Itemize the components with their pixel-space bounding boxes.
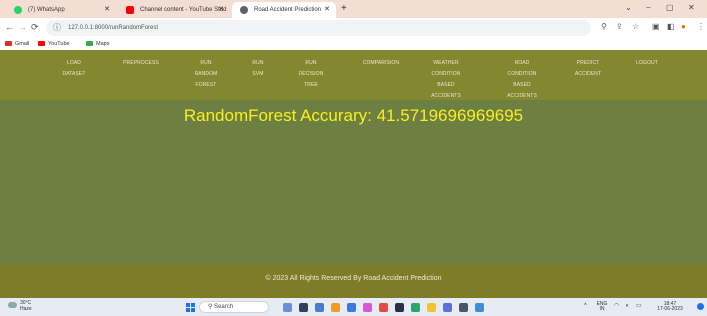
volume-icon[interactable]: ◖ [625, 303, 629, 309]
maximize-button[interactable]: ▢ [666, 3, 674, 12]
menu-label: CONDITION [431, 71, 461, 77]
close-icon[interactable]: ✕ [218, 2, 224, 18]
tab-search-icon[interactable]: ⌄ [625, 3, 632, 12]
bookmark-label: Maps [96, 41, 110, 47]
bookmark-maps[interactable]: Maps [86, 38, 109, 50]
menu-comparision[interactable]: COMPARISION [346, 58, 416, 69]
menu-label: ACCIDENTS [431, 93, 461, 99]
bookmark-youtube[interactable]: YouTube [38, 38, 70, 50]
menu-label: WEATHER [433, 60, 459, 66]
chrome-icon[interactable] [379, 303, 388, 312]
menu-label: ROAD [514, 60, 530, 66]
tab-whatsapp[interactable]: (7) WhatsApp ✕ [6, 2, 116, 18]
clock-date: 17-06-2023 [657, 306, 683, 312]
weather-condition: Haze [20, 306, 32, 312]
menu-label: LOGOUT [636, 60, 658, 66]
back-arrow-icon[interactable]: ← [5, 21, 14, 33]
new-tab-button[interactable]: + [341, 2, 347, 16]
notification-icon[interactable] [697, 303, 704, 310]
task-view-icon[interactable] [299, 303, 308, 312]
tab-title: Road Accident Prediction [254, 7, 322, 13]
battery-icon[interactable]: ▭ [636, 303, 642, 309]
extension-icon[interactable]: ◧ [667, 21, 675, 33]
menu-weather-condition-accidents[interactable]: WEATHER CONDITION BASED ACCIDENTS [411, 58, 481, 102]
tab-title: (7) WhatsApp [28, 7, 65, 13]
more-menu-icon[interactable]: ⋮ [697, 21, 705, 33]
menu-run-decision-tree[interactable]: RUN DECISION TREE [276, 58, 346, 91]
close-window-button[interactable]: ✕ [688, 3, 695, 12]
app-icon[interactable] [363, 303, 372, 312]
bookmark-label: YouTube [48, 41, 70, 47]
search-placeholder: Search [214, 304, 234, 310]
bookmark-label: Gmail [15, 41, 30, 47]
menu-label: CONDITION [507, 71, 537, 77]
haze-icon [8, 302, 17, 308]
top-menu: LOAD DATASET PREPROCESS RUN RANDOM FORES… [0, 50, 707, 100]
windows-start-icon[interactable] [186, 303, 195, 312]
taskbar-search[interactable]: ⚲ Search [199, 301, 269, 313]
profile-icon[interactable]: ● [681, 21, 686, 33]
app-icon[interactable] [411, 303, 420, 312]
accuracy-result: RandomForest Accurary: 41.5719696969695 [183, 106, 524, 125]
edge-icon[interactable] [347, 303, 356, 312]
menu-label: ACCIDENTS [507, 93, 537, 99]
menu-label: BASED [437, 82, 455, 88]
taskbar: 30°C Haze ⚲ Search ^ ENG IN ◠ ◖ ▭ 18:47 … [0, 298, 707, 316]
language-indicator[interactable]: ENG IN [595, 302, 609, 312]
browser-toolbar: ← → ⟳ ⓘ 127.0.0.1:8000/runRandomForest ⚲… [0, 18, 707, 38]
close-icon[interactable]: ✕ [324, 2, 330, 18]
maps-icon [86, 41, 93, 47]
tab-title: Channel content - YouTube Stud [140, 7, 227, 13]
terminal-icon[interactable] [459, 303, 468, 312]
tab-strip-icon[interactable]: ▣ [652, 21, 660, 33]
chat-icon[interactable] [315, 303, 324, 312]
tab-road-accident[interactable]: Road Accident Prediction ✕ [232, 2, 336, 18]
copilot-icon[interactable] [283, 303, 292, 312]
youtube-icon [126, 6, 134, 14]
zoom-icon[interactable]: ⚲ [601, 21, 607, 33]
address-bar[interactable]: ⓘ 127.0.0.1:8000/runRandomForest [46, 20, 591, 36]
menu-load-dataset[interactable]: LOAD DATASET [39, 58, 109, 80]
menu-label: DATASET [62, 71, 86, 77]
bookmark-gmail[interactable]: Gmail [5, 38, 29, 50]
clock[interactable]: 18:47 17-06-2023 [650, 302, 690, 312]
menu-label: BASED [513, 82, 531, 88]
gmail-icon [5, 41, 12, 47]
forward-arrow-icon[interactable]: → [18, 21, 27, 33]
wifi-icon[interactable]: ◠ [614, 303, 619, 309]
menu-label: TREE [304, 82, 318, 88]
menu-label: ACCIDENT [574, 71, 602, 77]
vscode-icon[interactable] [443, 303, 452, 312]
app-icon[interactable] [395, 303, 404, 312]
globe-icon [240, 6, 248, 14]
folder-icon[interactable] [427, 303, 436, 312]
footer-text: © 2023 All Rights Reserved By Road Accid… [265, 275, 442, 282]
reload-icon[interactable]: ⟳ [31, 21, 39, 33]
minimize-button[interactable]: − [646, 3, 651, 12]
youtube-icon [38, 41, 45, 47]
menu-logout[interactable]: LOGOUT [612, 58, 682, 69]
bookmarks-bar: Gmail YouTube Maps [0, 38, 707, 50]
menu-label: RUN [305, 60, 317, 66]
menu-label: LOAD [66, 60, 82, 66]
menu-label: DECISION [298, 71, 324, 77]
share-icon[interactable]: ⇪ [616, 21, 623, 33]
whatsapp-icon [14, 6, 22, 14]
url-text[interactable]: 127.0.0.1:8000/runRandomForest [68, 20, 158, 36]
photos-icon[interactable] [475, 303, 484, 312]
bookmark-star-icon[interactable]: ☆ [632, 21, 639, 33]
tab-youtube-studio[interactable]: Channel content - YouTube Stud ✕ [118, 2, 230, 18]
info-icon[interactable]: ⓘ [53, 22, 61, 33]
menu-road-condition-accidents[interactable]: ROAD CONDITION BASED ACCIDENTS [487, 58, 557, 102]
menu-label: PREPROCESS [123, 60, 159, 66]
footer: © 2023 All Rights Reserved By Road Accid… [0, 265, 707, 298]
close-icon[interactable]: ✕ [104, 2, 110, 18]
menu-label: COMPARISION [362, 60, 400, 66]
file-explorer-icon[interactable] [331, 303, 340, 312]
menu-label: FOREST [195, 82, 217, 88]
browser-tab-bar: (7) WhatsApp ✕ Channel content - YouTube… [0, 0, 707, 18]
tray-chevron-icon[interactable]: ^ [584, 303, 587, 309]
page-content: LOAD DATASET PREPROCESS RUN RANDOM FORES… [0, 50, 707, 298]
menu-preprocess[interactable]: PREPROCESS [106, 58, 176, 69]
